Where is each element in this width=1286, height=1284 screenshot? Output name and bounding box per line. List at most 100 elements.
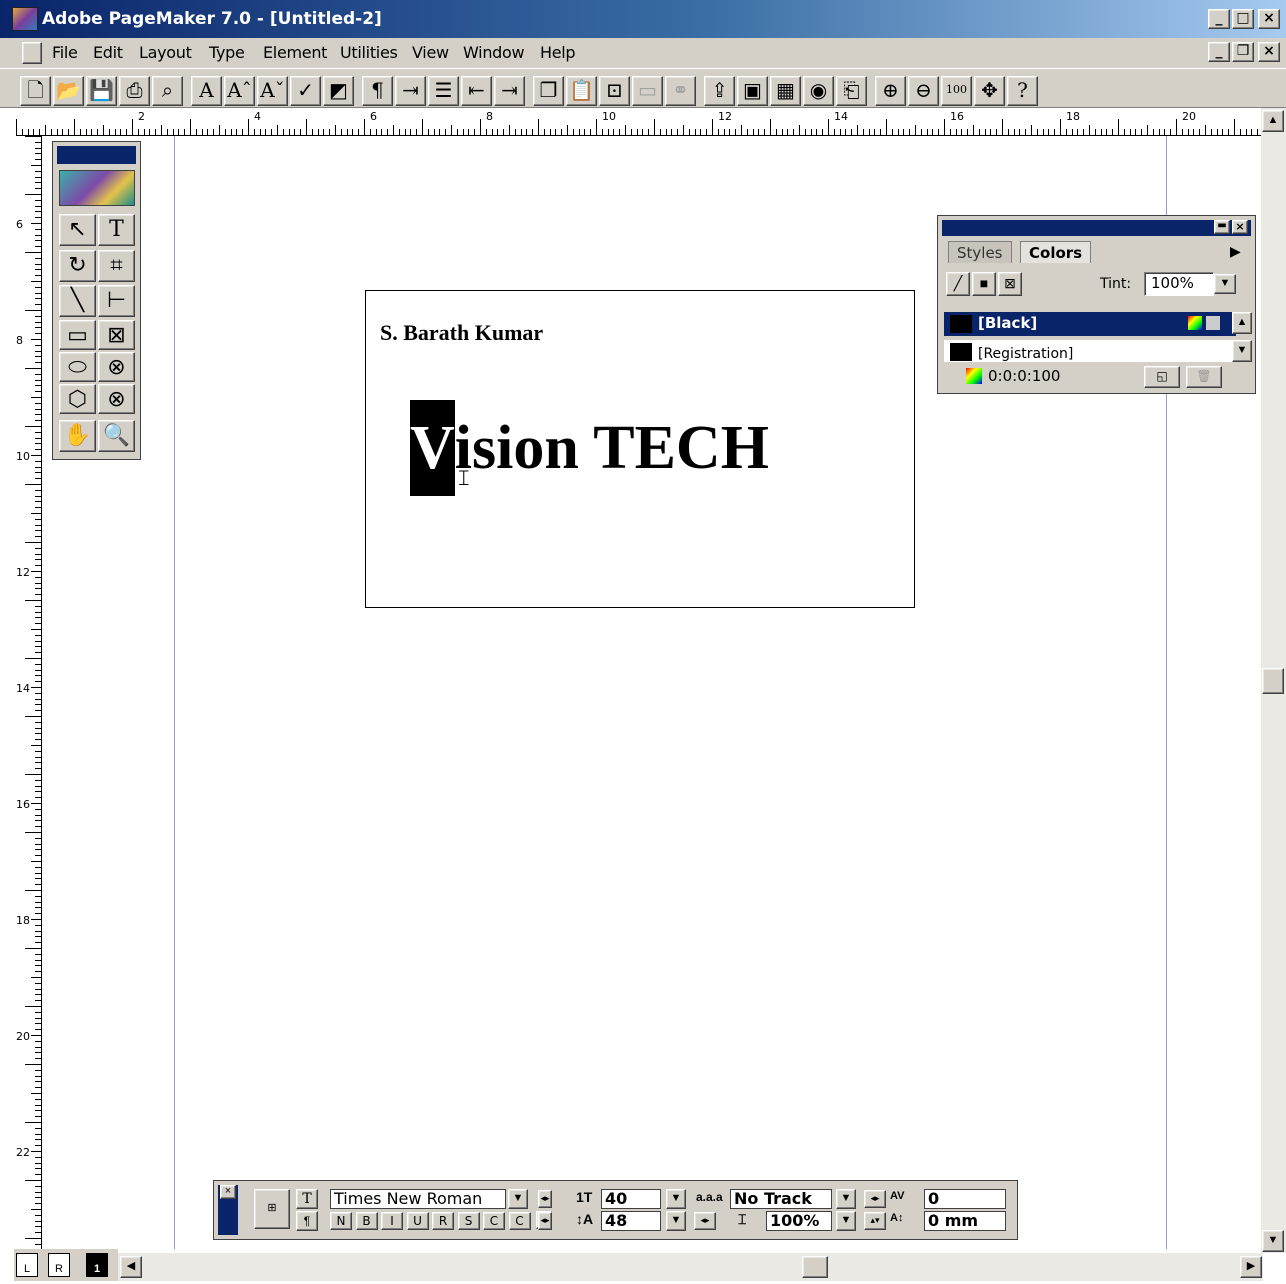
toolbox-title-bar[interactable] [57, 146, 136, 164]
rectangle-tool-icon[interactable]: ▭ [59, 320, 96, 350]
copy-icon-button[interactable]: ❐ [533, 76, 564, 106]
paragraph-icon-button[interactable]: ¶ [362, 76, 393, 106]
swatch-scroll-down-icon[interactable]: ▼ [1232, 340, 1252, 362]
save-icon-button[interactable]: 💾 [86, 76, 117, 106]
find-icon-button[interactable]: ⌕ [152, 76, 183, 106]
bullets-icon-button[interactable]: ☰ [428, 76, 459, 106]
new-color-button[interactable]: ◱ [1144, 366, 1180, 388]
tracking-field[interactable]: No Track [730, 1189, 832, 1209]
bold-style-button[interactable]: B [355, 1212, 378, 1230]
swatch-registration[interactable]: [Registration] [944, 340, 1236, 362]
web-icon-button[interactable]: ◉ [803, 76, 834, 106]
scroll-right-icon[interactable]: ▶ [1240, 1256, 1262, 1278]
width-field[interactable]: 100% [766, 1211, 832, 1231]
font-dropdown-icon[interactable]: ▼ [508, 1189, 528, 1209]
minimize-button[interactable]: _ [1208, 9, 1230, 29]
fill-and-stroke-icon[interactable]: ⊠ [998, 272, 1022, 296]
pagemaker-app-icon[interactable] [12, 7, 38, 31]
paragraph-view-button[interactable]: ¶ [296, 1211, 318, 1231]
doc-minimize-button[interactable]: _ [1208, 42, 1230, 62]
actual-size-icon-button[interactable]: 100 [941, 76, 972, 106]
menu-layout[interactable]: Layout [139, 43, 192, 62]
baseline-stepper-icon[interactable]: ▴▾ [864, 1212, 886, 1230]
fit-icon-button[interactable]: ✥ [974, 76, 1005, 106]
leading-field[interactable]: 48 [601, 1211, 661, 1231]
tab-styles[interactable]: Styles [948, 241, 1012, 263]
line-tool-icon[interactable]: ╲ [59, 285, 96, 317]
left-master-page-icon[interactable]: L [16, 1253, 38, 1277]
menu-help[interactable]: Help [540, 43, 576, 62]
underline-style-button[interactable]: U [406, 1212, 429, 1230]
increase-indent-icon-button[interactable]: ⇥ [494, 76, 525, 106]
crop-tool-icon[interactable]: ⌗ [98, 250, 135, 282]
stroke-icon[interactable]: ╱ [946, 272, 970, 296]
indent-tabs-icon-button[interactable]: ⇥ [395, 76, 426, 106]
menu-view[interactable]: View [412, 43, 449, 62]
pdf-icon-button[interactable]: ⎗ [836, 76, 867, 106]
rotate-tool-icon[interactable]: ↻ [59, 250, 96, 282]
all-caps-style-button[interactable]: C [483, 1212, 505, 1230]
place-icon-button[interactable]: ⊡ [599, 76, 630, 106]
small-caps-style-button[interactable]: C [508, 1212, 531, 1230]
reverse-style-button[interactable]: R [432, 1212, 454, 1230]
menu-edit[interactable]: Edit [93, 43, 123, 62]
polygon-frame-tool-icon[interactable]: ⊗ [98, 384, 135, 414]
apply-button[interactable]: ⊞ [254, 1189, 290, 1229]
tab-colors[interactable]: Colors [1020, 241, 1092, 263]
font-size-field[interactable]: 40 [601, 1189, 661, 1209]
image-icon-button[interactable]: ▦ [770, 76, 801, 106]
left-margin-guide[interactable] [174, 136, 175, 1249]
italic-style-button[interactable]: I [381, 1212, 403, 1230]
control-palette-close-button[interactable]: × [220, 1185, 236, 1199]
menu-type[interactable]: Type [209, 43, 245, 62]
help-icon-button[interactable]: ? [1007, 76, 1038, 106]
kerning-field[interactable]: 0 [924, 1189, 1006, 1209]
swatch-scroll-up-icon[interactable]: ▲ [1232, 312, 1252, 334]
font-family-field[interactable]: Times New Roman [330, 1189, 506, 1209]
palette-menu-arrow-icon[interactable]: ▶ [1230, 243, 1241, 260]
scroll-left-icon[interactable]: ◀ [120, 1256, 142, 1278]
character-view-button[interactable]: T [296, 1189, 318, 1209]
open-icon-button[interactable]: 📂 [53, 76, 84, 106]
spelling-icon-button[interactable]: ✓ [290, 76, 321, 106]
width-dropdown-icon[interactable]: ▼ [836, 1211, 856, 1231]
maximize-button[interactable]: □ [1232, 9, 1254, 29]
kerning-stepper-icon[interactable]: ◂▸ [864, 1190, 886, 1208]
horizontal-scroll-thumb[interactable] [802, 1256, 828, 1278]
swatch-black[interactable]: [Black] [944, 312, 1236, 336]
size-stepper-icon[interactable]: ◂▸ [538, 1190, 552, 1208]
palette-minimize-button[interactable]: ▬ [1214, 220, 1230, 234]
headline-rest[interactable]: ision TECH [455, 414, 769, 482]
fill-swatch-icon[interactable]: ■ [972, 272, 996, 296]
constrained-line-tool-icon[interactable]: ⊢ [98, 285, 135, 317]
doc-close-button[interactable]: × [1258, 42, 1280, 62]
zoom-out-icon-button[interactable]: ⊖ [908, 76, 939, 106]
link-icon-button[interactable]: ⚭ [665, 76, 696, 106]
ellipse-frame-tool-icon[interactable]: ⊗ [98, 352, 135, 382]
normal-style-button[interactable]: N [330, 1212, 352, 1230]
new-icon-button[interactable]: 🗋 [20, 76, 51, 106]
tint-input[interactable]: 100% [1144, 272, 1214, 296]
size-dropdown-icon[interactable]: ▼ [666, 1189, 686, 1209]
horizontal-scrollbar[interactable]: ◀ ▶ [118, 1253, 1263, 1281]
vertical-ruler[interactable]: 6 8 10 12 14 16 18 20 22 [14, 136, 42, 1249]
print-icon-button[interactable]: ⎙ [119, 76, 150, 106]
menu-element[interactable]: Element [263, 43, 327, 62]
vertical-scroll-thumb[interactable] [1262, 668, 1284, 694]
close-button[interactable]: × [1258, 9, 1280, 29]
polygon-tool-icon[interactable]: ⬡ [59, 384, 96, 414]
menu-utilities[interactable]: Utilities [340, 43, 398, 62]
author-text[interactable]: S. Barath Kumar [380, 320, 543, 346]
frame-icon-button[interactable]: ▭ [632, 76, 663, 106]
font-smaller-icon-button[interactable]: Aˇ [257, 76, 288, 106]
tint-dropdown-icon[interactable]: ▼ [1214, 274, 1236, 294]
scroll-up-icon[interactable]: ▲ [1262, 110, 1284, 132]
baseline-shift-field[interactable]: 0 mm [924, 1211, 1006, 1231]
horizontal-ruler[interactable]: 2 4 6 8 10 12 14 16 18 20 [16, 108, 1261, 136]
page-1-icon[interactable]: 1 [86, 1253, 108, 1277]
tracking-dropdown-icon[interactable]: ▼ [836, 1189, 856, 1209]
delete-color-button[interactable]: 🗑 [1186, 366, 1222, 388]
zoom-tool-icon[interactable]: 🔍 [98, 420, 135, 452]
pointer-tool-icon[interactable]: ↖ [59, 214, 96, 246]
export-icon-button[interactable]: ⇪ [704, 76, 735, 106]
